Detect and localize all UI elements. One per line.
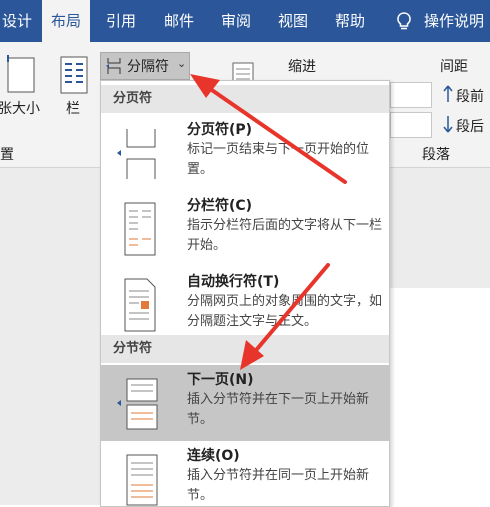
column-break-icon (109, 199, 169, 259)
menu-item-page-break[interactable]: 分页符(P) 标记一页结束与下一页开始的位置。 (101, 115, 389, 191)
chevron-down-icon: ⌄ (177, 57, 187, 70)
tab-mailings[interactable]: 邮件 (156, 0, 202, 42)
spacing-after-icon (442, 114, 454, 134)
menu-item-title: 自动换行符(T) (187, 274, 280, 290)
tab-help[interactable]: 帮助 (327, 0, 373, 42)
indent-left-input[interactable] (390, 82, 432, 108)
menu-item-next-page[interactable]: 下一页(N) 插入分节符并在下一页上开始新节。 (101, 365, 389, 441)
spacing-label: 间距 (440, 59, 468, 75)
indent-right-input[interactable] (390, 112, 432, 138)
menu-item-continuous[interactable]: 连续(O) 插入分节符并在同一页上开始新节。 (101, 441, 389, 506)
spacing-before-label: 段前 (456, 89, 484, 105)
ribbon-tab-bar: 设计 布局 引用 邮件 审阅 视图 帮助 操作说明 (0, 0, 490, 42)
text-wrapping-icon (109, 275, 169, 335)
breaks-icon (106, 57, 122, 75)
paper-size-button[interactable]: 张大小 (0, 98, 40, 118)
page-break-icon (109, 123, 169, 183)
tell-me-search[interactable]: 操作说明 (424, 0, 490, 42)
tab-layout[interactable]: 布局 (42, 0, 90, 42)
tab-view[interactable]: 视图 (270, 0, 316, 42)
menu-item-desc: 指示分栏符后面的文字将从下一栏开始。 (187, 218, 383, 253)
spacing-before-icon (442, 84, 454, 104)
page-setup-group-label: 置 (0, 147, 14, 163)
next-page-break-icon (109, 373, 169, 433)
menu-item-title: 分页符(P) (187, 122, 253, 138)
menu-item-text-wrapping-break[interactable]: 自动换行符(T) 分隔网页上的对象周围的文字，如分隔题注文字与正文。 (101, 267, 389, 343)
spacing-after-label: 段后 (456, 119, 484, 135)
menu-item-desc: 插入分节符并在同一页上开始新节。 (187, 468, 370, 503)
menu-item-title: 下一页(N) (187, 372, 254, 388)
menu-item-desc: 分隔网页上的对象周围的文字，如分隔题注文字与正文。 (187, 294, 383, 329)
indent-label: 缩进 (288, 59, 316, 75)
tab-references[interactable]: 引用 (98, 0, 144, 42)
paragraph-group-label: 段落 (422, 147, 450, 163)
section-breaks-header: 分节符 (101, 335, 389, 363)
menu-item-title: 连续(O) (187, 448, 240, 464)
menu-item-title: 分栏符(C) (187, 198, 253, 214)
breaks-button[interactable]: 分隔符 ⌄ (100, 52, 190, 80)
columns-icon (60, 56, 88, 94)
columns-button[interactable]: 栏 (66, 98, 80, 118)
paper-size-icon (6, 54, 36, 94)
menu-item-column-break[interactable]: 分栏符(C) 指示分栏符后面的文字将从下一栏开始。 (101, 191, 389, 267)
tab-design[interactable]: 设计 (0, 0, 42, 42)
breaks-button-label: 分隔符 (127, 59, 169, 75)
continuous-break-icon (109, 449, 169, 506)
menu-item-desc: 标记一页结束与下一页开始的位置。 (187, 142, 370, 177)
menu-item-desc: 插入分节符并在下一页上开始新节。 (187, 392, 370, 427)
lightbulb-icon (394, 11, 414, 31)
breaks-dropdown-menu: 分页符 分页符(P) 标记一页结束与下一页开始的位置。 分栏符(C) 指示分栏符… (100, 80, 390, 507)
tab-review[interactable]: 审阅 (213, 0, 259, 42)
page-breaks-header: 分页符 (101, 85, 389, 113)
